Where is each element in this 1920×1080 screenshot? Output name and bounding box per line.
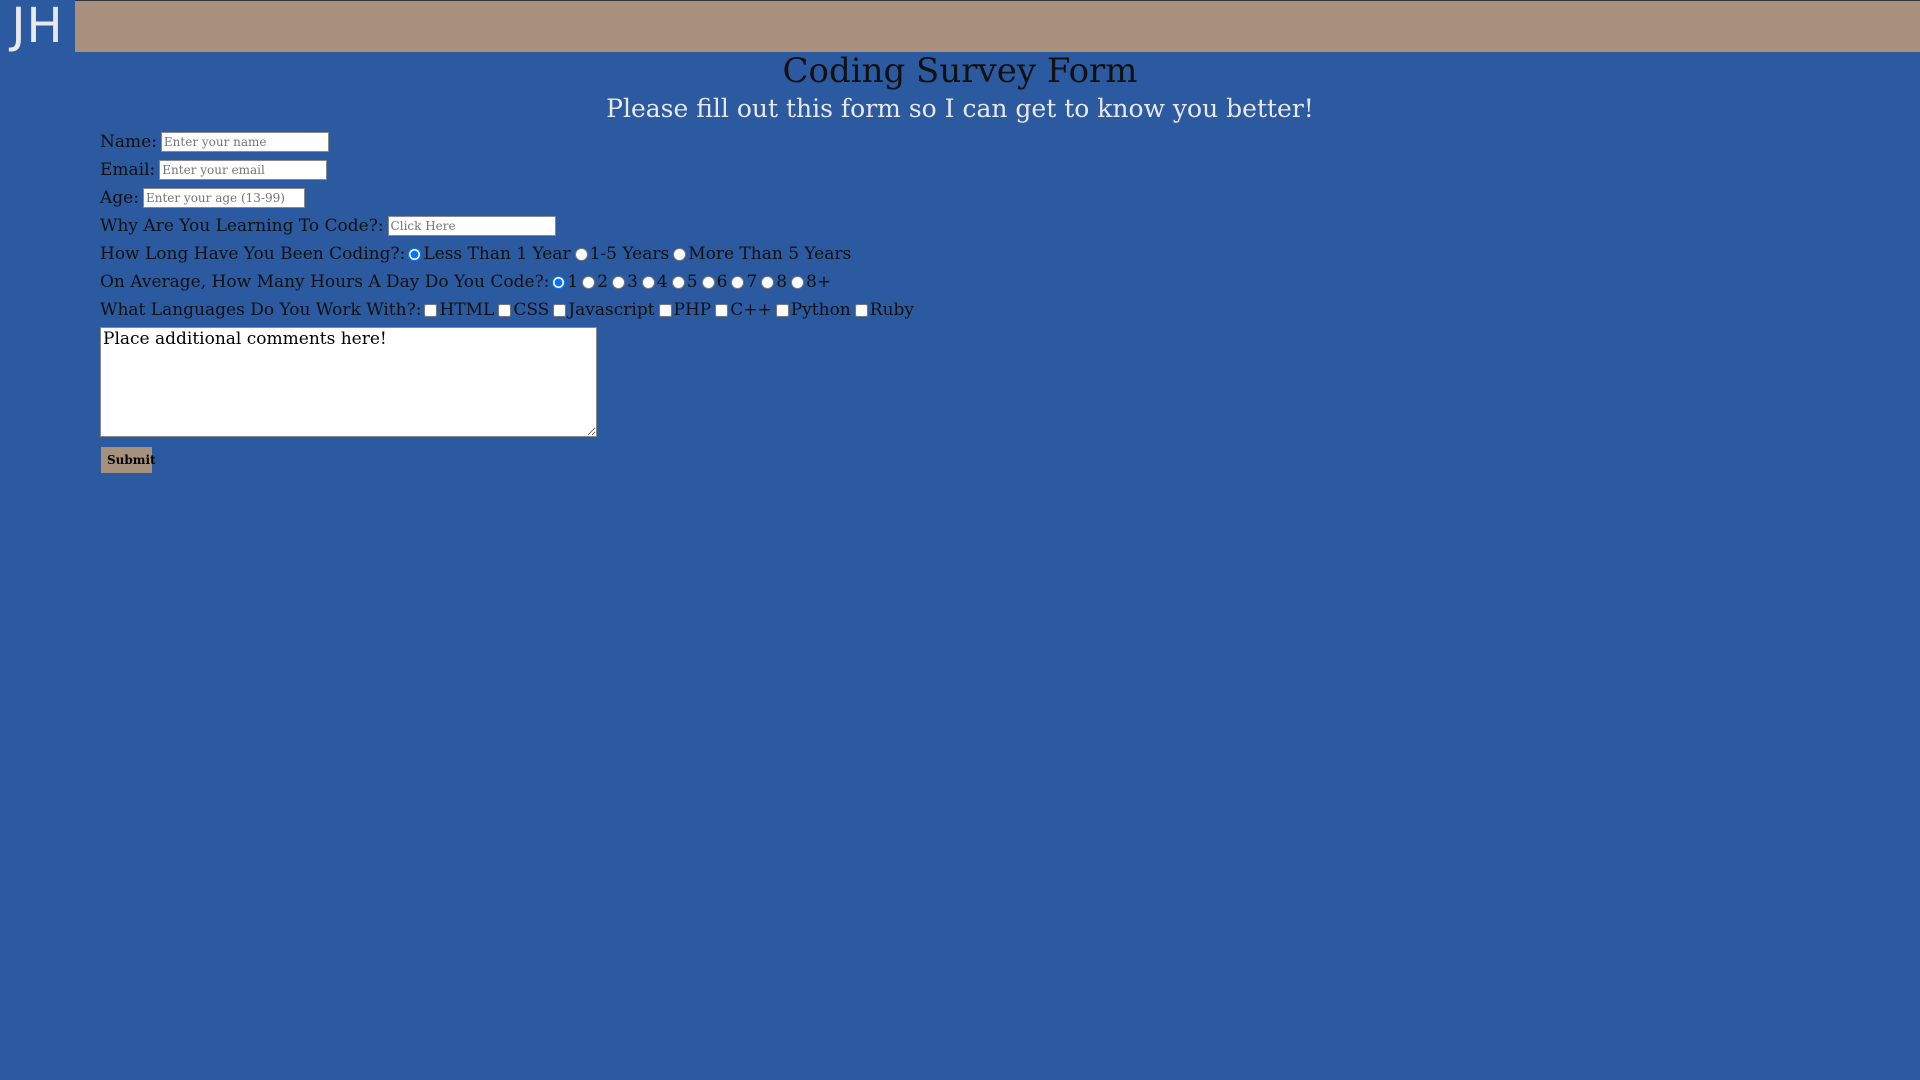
hours-option-3[interactable]: [612, 275, 626, 289]
languages-option-7[interactable]: [854, 303, 868, 317]
email-row: Email:: [100, 156, 915, 184]
languages-option-label: HTML: [439, 300, 495, 320]
hours-option-7[interactable]: [731, 275, 745, 289]
languages-label: What Languages Do You Work With?:: [100, 300, 422, 320]
hours-option-5[interactable]: [671, 275, 685, 289]
hours-option-label: 2: [597, 272, 609, 292]
hours-option-2[interactable]: [582, 275, 596, 289]
hours-option-6[interactable]: [701, 275, 715, 289]
hours-row: On Average, How Many Hours A Day Do You …: [100, 268, 915, 296]
hours-option-label: 7: [746, 272, 758, 292]
languages-option-label: PHP: [673, 300, 712, 320]
hours-option-label: 1: [567, 272, 579, 292]
languages-option-label: Javascript: [568, 300, 655, 320]
why-row: Why Are You Learning To Code?:: [100, 212, 915, 240]
languages-option-label: C++: [730, 300, 772, 320]
comments-textarea[interactable]: Place additional comments here!: [100, 327, 597, 437]
why-input[interactable]: [387, 216, 556, 236]
duration-option-1[interactable]: [408, 247, 422, 261]
name-row: Name:: [100, 128, 915, 156]
logo[interactable]: JH: [0, 0, 75, 52]
top-bar: [0, 0, 1920, 52]
languages-option-6[interactable]: [775, 303, 789, 317]
languages-option-2[interactable]: [498, 303, 512, 317]
duration-option-3[interactable]: [673, 247, 687, 261]
duration-option-label: Less Than 1 Year: [423, 244, 571, 264]
why-label: Why Are You Learning To Code?:: [100, 216, 384, 236]
duration-option-label: More Than 5 Years: [688, 244, 852, 264]
email-label: Email:: [100, 160, 156, 180]
age-input[interactable]: [142, 188, 305, 208]
languages-option-label: Python: [790, 300, 851, 320]
languages-option-label: Ruby: [869, 300, 915, 320]
page-subtitle: Please fill out this form so I can get t…: [606, 94, 1314, 123]
languages-row: What Languages Do You Work With?: HTML CS…: [100, 296, 915, 324]
hours-option-label: 4: [656, 272, 668, 292]
submit-button[interactable]: Submit: [100, 446, 156, 474]
name-input[interactable]: [160, 132, 329, 152]
languages-option-3[interactable]: [553, 303, 567, 317]
duration-row: How Long Have You Been Coding?: Less Tha…: [100, 240, 915, 268]
name-label: Name:: [100, 132, 157, 152]
hours-option-label: 6: [716, 272, 728, 292]
hours-option-label: 3: [627, 272, 638, 292]
hours-option-1[interactable]: [552, 275, 566, 289]
survey-form: Name: Email: Age: Why Are You Learning T…: [100, 128, 915, 474]
email-input[interactable]: [159, 160, 328, 180]
languages-option-4[interactable]: [658, 303, 672, 317]
languages-option-label: CSS: [513, 300, 550, 320]
hours-option-label: 8+: [806, 272, 832, 292]
hours-option-label: 5: [686, 272, 698, 292]
hours-label: On Average, How Many Hours A Day Do You …: [100, 272, 550, 292]
languages-option-5[interactable]: [715, 303, 729, 317]
duration-option-2[interactable]: [574, 247, 588, 261]
duration-label: How Long Have You Been Coding?:: [100, 244, 406, 264]
hours-option-8[interactable]: [761, 275, 775, 289]
page-title: Coding Survey Form: [782, 51, 1138, 91]
hours-option-4[interactable]: [641, 275, 655, 289]
hours-option-9[interactable]: [791, 275, 805, 289]
duration-option-label: 1-5 Years: [589, 244, 670, 264]
age-label: Age:: [100, 188, 139, 208]
age-row: Age:: [100, 184, 915, 212]
hours-option-label: 8: [776, 272, 788, 292]
languages-option-1[interactable]: [424, 303, 438, 317]
